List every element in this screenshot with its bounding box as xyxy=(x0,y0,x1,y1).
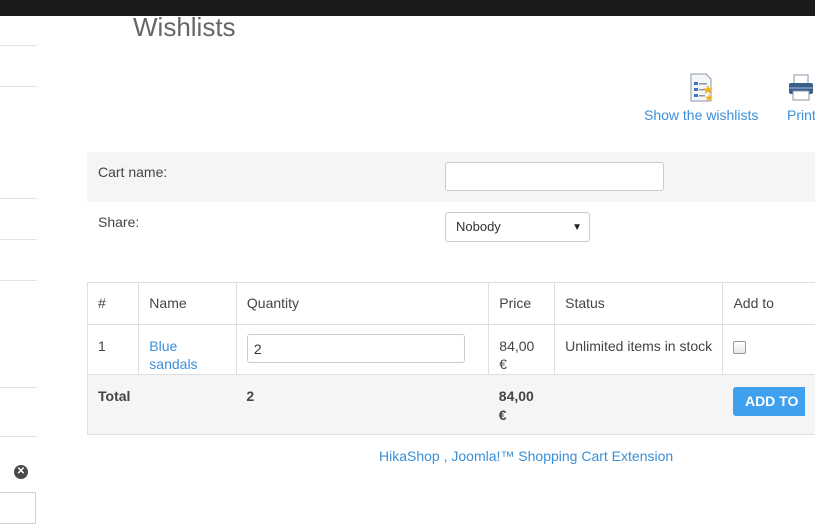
total-price: 84,00 € xyxy=(489,375,555,435)
sidebar-divider xyxy=(0,86,37,87)
wishlist-icon xyxy=(687,73,715,103)
sidebar-divider xyxy=(0,45,37,46)
dropdown-caret-icon: ▼ xyxy=(572,220,582,236)
col-header-add-to[interactable]: Add to xyxy=(723,283,815,325)
product-link[interactable]: Blue sandals xyxy=(149,338,197,372)
col-header-name: Name xyxy=(139,283,237,325)
col-header-price: Price xyxy=(489,283,555,325)
page-title: Wishlists xyxy=(133,12,236,43)
share-label: Share: xyxy=(98,214,139,230)
table-row: 1 Blue sandals 2 84,00 € Unlimited items… xyxy=(88,325,815,375)
col-header-status: Status xyxy=(555,283,723,325)
row-status: Unlimited items in stock xyxy=(555,325,723,375)
share-row: Share: Nobody ▼ xyxy=(87,202,815,252)
printer-icon xyxy=(787,73,815,103)
wishlist-table: # Name Quantity Price Status Add to 1 Bl… xyxy=(87,282,815,435)
show-wishlists-button[interactable]: Show the wishlists xyxy=(644,73,758,123)
sidebar-divider xyxy=(0,239,37,240)
total-row: Total 2 84,00 € ADD TO xyxy=(88,375,815,435)
table-header-row: # Name Quantity Price Status Add to xyxy=(88,283,815,325)
row-price: 84,00 € xyxy=(489,325,555,375)
col-header-number: # xyxy=(88,283,139,325)
share-select[interactable]: Nobody ▼ xyxy=(445,212,590,242)
cart-name-row: Cart name: xyxy=(87,152,815,202)
cart-name-input[interactable] xyxy=(445,162,664,191)
row-number: 1 xyxy=(88,325,139,375)
col-header-quantity: Quantity xyxy=(236,283,488,325)
share-selected-value: Nobody xyxy=(456,219,501,234)
sidebar-input[interactable] xyxy=(0,492,36,524)
sidebar-divider xyxy=(0,436,37,437)
print-label[interactable]: Print xyxy=(787,107,815,123)
sidebar-divider xyxy=(0,280,37,281)
cart-name-label: Cart name: xyxy=(98,164,167,180)
sidebar-divider xyxy=(0,387,37,388)
total-status-empty xyxy=(555,375,723,435)
top-bar xyxy=(0,0,815,16)
add-to-button[interactable]: ADD TO xyxy=(733,387,805,416)
add-to-checkbox[interactable] xyxy=(733,341,746,354)
total-label: Total xyxy=(88,375,237,435)
close-icon[interactable]: ✕ xyxy=(14,465,28,479)
sidebar-divider xyxy=(0,198,37,199)
show-wishlists-label[interactable]: Show the wishlists xyxy=(644,107,758,123)
left-sidebar: ✕ xyxy=(0,16,38,509)
total-quantity: 2 xyxy=(236,375,488,435)
quantity-input[interactable]: 2 xyxy=(247,334,465,363)
footer-credit-link[interactable]: HikaShop , Joomla!™ Shopping Cart Extens… xyxy=(379,448,673,464)
print-button[interactable]: Print xyxy=(787,73,815,123)
